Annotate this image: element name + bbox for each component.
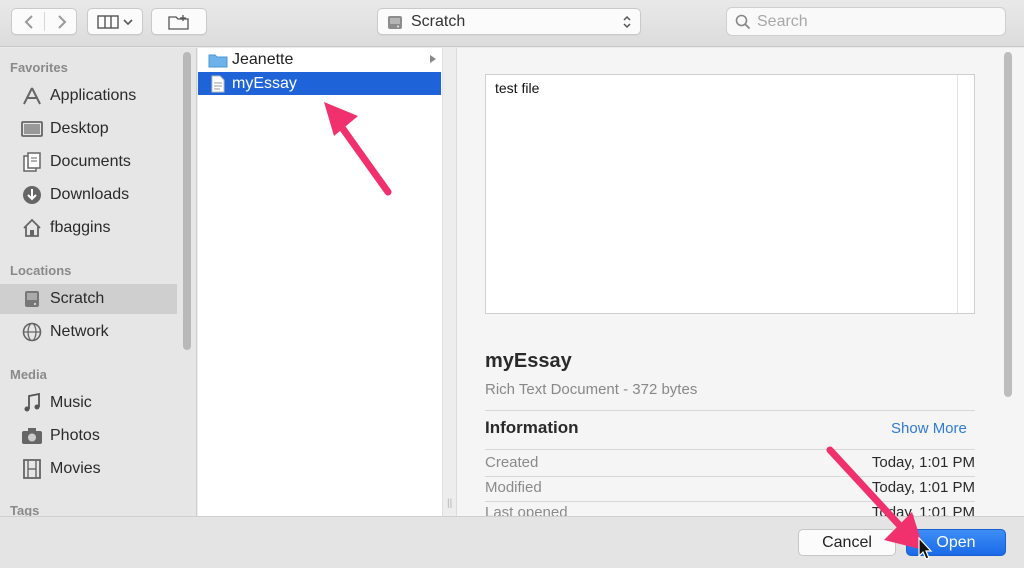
sidebar-item-scratch[interactable]: Scratch bbox=[0, 284, 177, 314]
folder-icon bbox=[208, 50, 228, 70]
search-icon bbox=[735, 14, 751, 29]
sidebar-item-label: Photos bbox=[50, 427, 100, 444]
view-options-button[interactable] bbox=[87, 8, 143, 35]
new-folder-button[interactable] bbox=[151, 8, 207, 35]
chevron-right-icon bbox=[57, 14, 66, 29]
sidebar-section-tags: Tags bbox=[10, 503, 40, 516]
back-button[interactable] bbox=[12, 9, 45, 34]
file-name: Jeanette bbox=[232, 50, 294, 68]
sidebar-section-media: Media bbox=[10, 367, 47, 382]
sidebar-scrollbar[interactable] bbox=[183, 52, 191, 350]
chevron-down-icon bbox=[123, 18, 133, 25]
preview-scrollbar[interactable] bbox=[1004, 52, 1012, 397]
sidebar-item-applications[interactable]: Applications bbox=[0, 81, 177, 111]
disk-icon bbox=[20, 287, 44, 311]
document-icon bbox=[208, 74, 228, 94]
sidebar-item-label: fbaggins bbox=[50, 219, 111, 236]
chevron-left-icon bbox=[24, 14, 33, 29]
sidebar-item-label: Downloads bbox=[50, 186, 130, 203]
search-input[interactable] bbox=[757, 12, 977, 31]
sidebar: Favorites Applications Desktop Documents… bbox=[0, 48, 197, 516]
preview-pane: test file myEssay Rich Text Document - 3… bbox=[457, 48, 1024, 521]
sidebar-item-label: Movies bbox=[50, 460, 101, 477]
home-icon bbox=[20, 216, 44, 240]
search-field[interactable] bbox=[726, 7, 1006, 36]
music-icon bbox=[20, 391, 44, 415]
sidebar-item-music[interactable]: Music bbox=[0, 388, 177, 418]
file-row-myessay[interactable]: myEssay bbox=[198, 72, 441, 95]
created-label: Created bbox=[485, 454, 539, 471]
modified-label: Modified bbox=[485, 479, 542, 496]
preview-content: test file bbox=[495, 80, 540, 96]
updown-chevron-icon bbox=[623, 15, 631, 29]
sidebar-item-network[interactable]: Network bbox=[0, 317, 177, 347]
sidebar-item-downloads[interactable]: Downloads bbox=[0, 180, 177, 210]
column-divider[interactable] bbox=[443, 48, 457, 516]
sidebar-item-photos[interactable]: Photos bbox=[0, 421, 177, 451]
preview-thumbnail: test file bbox=[485, 74, 975, 314]
sidebar-item-fbaggins[interactable]: fbaggins bbox=[0, 213, 177, 243]
sidebar-item-desktop[interactable]: Desktop bbox=[0, 114, 177, 144]
location-popup[interactable]: Scratch bbox=[377, 8, 641, 35]
sidebar-item-label: Scratch bbox=[50, 290, 105, 307]
column-resize-handle[interactable]: || bbox=[447, 498, 452, 509]
forward-button[interactable] bbox=[45, 9, 78, 34]
sidebar-item-label: Desktop bbox=[50, 120, 109, 137]
disk-icon bbox=[388, 15, 402, 29]
file-row-jeanette[interactable]: Jeanette bbox=[198, 48, 441, 71]
preview-file-name: myEssay bbox=[485, 350, 572, 372]
information-heading: Information bbox=[485, 418, 579, 437]
sidebar-section-locations: Locations bbox=[10, 263, 72, 278]
applications-icon bbox=[20, 84, 44, 108]
file-name: myEssay bbox=[232, 74, 297, 92]
sidebar-item-label: Documents bbox=[50, 153, 131, 170]
columns-view-icon bbox=[97, 14, 119, 29]
new-folder-icon bbox=[168, 14, 189, 30]
desktop-icon bbox=[20, 117, 44, 141]
film-icon bbox=[20, 457, 44, 481]
divider bbox=[485, 410, 975, 411]
annotation-arrow-icon bbox=[324, 102, 392, 196]
toolbar: Scratch bbox=[0, 0, 1024, 47]
downloads-icon bbox=[20, 183, 44, 207]
navigation-buttons bbox=[11, 8, 77, 35]
sidebar-item-label: Network bbox=[50, 323, 109, 340]
annotation-arrow-icon bbox=[826, 446, 924, 550]
sidebar-item-label: Music bbox=[50, 394, 92, 411]
show-more-link[interactable]: Show More bbox=[891, 420, 967, 437]
camera-icon bbox=[20, 424, 44, 448]
sidebar-item-movies[interactable]: Movies bbox=[0, 454, 177, 484]
preview-file-kind: Rich Text Document - 372 bytes bbox=[485, 381, 698, 398]
network-icon bbox=[20, 320, 44, 344]
mouse-cursor-icon bbox=[918, 536, 933, 560]
documents-icon bbox=[20, 150, 44, 174]
sidebar-item-documents[interactable]: Documents bbox=[0, 147, 177, 177]
disclosure-triangle-icon bbox=[430, 55, 436, 63]
sidebar-section-favorites: Favorites bbox=[10, 60, 68, 75]
sidebar-item-label: Applications bbox=[50, 87, 137, 104]
location-label: Scratch bbox=[411, 12, 466, 30]
